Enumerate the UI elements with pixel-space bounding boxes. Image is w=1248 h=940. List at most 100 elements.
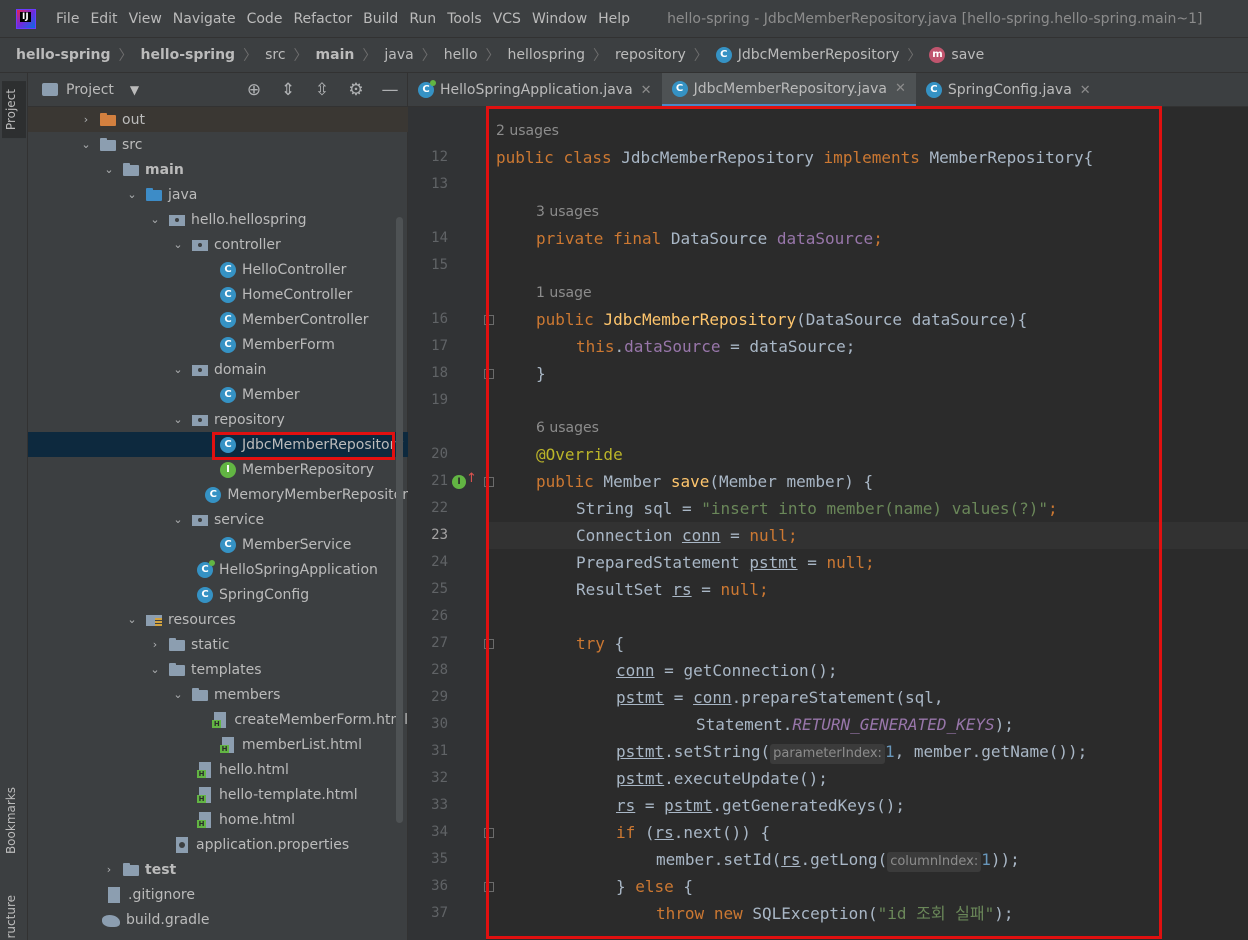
menu-view[interactable]: View [129,11,162,27]
tree-item-memberrepository[interactable]: I MemberRepository [28,457,408,482]
tree-item-hellospringapplication[interactable]: C HelloSpringApplication [28,557,408,582]
tree-item-service[interactable]: ⌄ service [28,507,408,532]
menu-edit[interactable]: Edit [90,11,117,27]
tree-item-build-gradle[interactable]: build.gradle [28,907,408,932]
chevron-down-icon[interactable]: ⌄ [124,188,140,201]
close-icon[interactable]: ✕ [1080,83,1091,98]
chevron-down-icon[interactable]: ⌄ [124,613,140,626]
tree-item-out[interactable]: › out [28,107,408,132]
project-panel-title[interactable]: Project [66,82,114,98]
tree-item-memorymemberrepository[interactable]: C MemoryMemberRepositor [28,482,408,507]
tree-item-domain[interactable]: ⌄ domain [28,357,408,382]
close-icon[interactable]: ✕ [641,83,652,98]
tree-item-main[interactable]: ⌄ main [28,157,408,182]
chevron-down-icon[interactable]: ⌄ [147,213,163,226]
tree-item-resources[interactable]: ⌄ resources [28,607,408,632]
crumb-hellospring[interactable]: hellospring [508,47,585,63]
tab-jdbcmemberrepository[interactable]: C JdbcMemberRepository.java ✕ [661,73,916,107]
chevron-down-icon[interactable]: ⌄ [170,513,186,526]
line-number: 32 [431,770,448,786]
tree-item-label: test [145,861,177,878]
intellij-logo-icon[interactable] [16,8,36,29]
tree-item-repository[interactable]: ⌄ repository [28,407,408,432]
menu-refactor[interactable]: Refactor [293,11,352,27]
tree-item-homecontroller[interactable]: C HomeController [28,282,408,307]
tree-item-static[interactable]: › static [28,632,408,657]
bookmarks-tool-tab[interactable]: Bookmarks [4,787,18,854]
crumb-main[interactable]: main [316,47,355,63]
html-file-icon [220,736,236,753]
tree-item-controller[interactable]: ⌄ controller [28,232,408,257]
menu-navigate[interactable]: Navigate [173,11,236,27]
menu-code[interactable]: Code [247,11,283,27]
editor-gutter[interactable]: 12 13 14 15 16 17 18 19 20 21 22 23 24 2… [408,107,494,940]
structure-tool-tab[interactable]: ructure [4,895,18,939]
chevron-down-icon[interactable]: ⌄ [78,138,94,151]
menu-build[interactable]: Build [363,11,398,27]
chevron-right-icon[interactable]: › [101,863,117,876]
crumb-src[interactable]: src [265,47,285,63]
crumb-method[interactable]: save [951,47,984,63]
chevron-down-icon[interactable]: ⌄ [170,413,186,426]
crumb-hello[interactable]: hello [444,47,478,63]
gear-icon[interactable]: ⚙ [339,80,373,100]
crumb-java[interactable]: java [384,47,413,63]
chevron-down-icon[interactable]: ⌄ [170,363,186,376]
menu-file[interactable]: File [56,11,79,27]
chevron-down-icon[interactable]: ⌄ [170,688,186,701]
tree-item-memberform[interactable]: C MemberForm [28,332,408,357]
tree-item-application-properties[interactable]: application.properties [28,832,408,857]
collapse-all-icon[interactable]: ⇳ [305,80,339,100]
folder-icon [100,112,116,128]
crumb-separator: 〉 [362,48,377,64]
chevron-down-icon[interactable]: ▼ [130,83,139,97]
class-icon: C [197,586,213,603]
tree-item-package[interactable]: ⌄ hello.hellospring [28,207,408,232]
line-number: 25 [431,581,448,597]
chevron-right-icon[interactable]: › [78,113,94,126]
chevron-right-icon[interactable]: › [147,638,163,651]
tree-item-memberservice[interactable]: C MemberService [28,532,408,557]
crumb-class[interactable]: JdbcMemberRepository [738,47,900,63]
crumb-module[interactable]: hello-spring [141,47,236,63]
menu-run[interactable]: Run [409,11,436,27]
project-scrollbar[interactable] [396,217,403,823]
tree-item-hello-html[interactable]: hello.html [28,757,408,782]
spring-app-icon: C [418,80,436,98]
tree-item-test[interactable]: › test [28,857,408,882]
menu-tools[interactable]: Tools [447,11,482,27]
tree-item-gitignore[interactable]: .gitignore [28,882,408,907]
tree-item-createmembernform[interactable]: createMemberForm.html [28,707,408,732]
tab-springconfig[interactable]: C SpringConfig.java ✕ [916,73,1101,107]
tree-item-templates[interactable]: ⌄ templates [28,657,408,682]
tree-item-springconfig[interactable]: C SpringConfig [28,582,408,607]
class-icon: C [925,82,942,98]
tree-item-src[interactable]: ⌄ src [28,132,408,157]
crumb-repository[interactable]: repository [615,47,686,63]
project-tool-tab[interactable]: Project [2,81,26,139]
menu-help[interactable]: Help [598,11,630,27]
tree-item-membercontroller[interactable]: C MemberController [28,307,408,332]
tree-item-label: application.properties [196,836,350,853]
tab-hellospringapplication[interactable]: C HelloSpringApplication.java ✕ [408,73,662,107]
tree-item-java[interactable]: ⌄ java [28,182,408,207]
implements-method-icon[interactable]: I [452,475,466,489]
minimize-icon[interactable]: — [373,80,407,100]
tree-item-hello-template-html[interactable]: hello-template.html [28,782,408,807]
expand-all-icon[interactable]: ⇕ [271,80,305,100]
tree-item-hellocontroller[interactable]: C HelloController [28,257,408,282]
menu-vcs[interactable]: VCS [493,11,521,27]
crumb-project[interactable]: hello-spring [16,47,111,63]
chevron-down-icon[interactable]: ⌄ [170,238,186,251]
close-icon[interactable]: ✕ [895,81,906,96]
tree-item-members[interactable]: ⌄ members [28,682,408,707]
locate-icon[interactable]: ⊕ [237,80,271,100]
menu-window[interactable]: Window [532,11,587,27]
tree-item-memberlist[interactable]: memberList.html [28,732,408,757]
line-number: 26 [431,608,448,624]
chevron-down-icon[interactable]: ⌄ [101,163,117,176]
menu-bar: File Edit View Navigate Code Refactor Bu… [0,0,1248,37]
chevron-down-icon[interactable]: ⌄ [147,663,163,676]
tree-item-member[interactable]: C Member [28,382,408,407]
tree-item-home-html[interactable]: home.html [28,807,408,832]
